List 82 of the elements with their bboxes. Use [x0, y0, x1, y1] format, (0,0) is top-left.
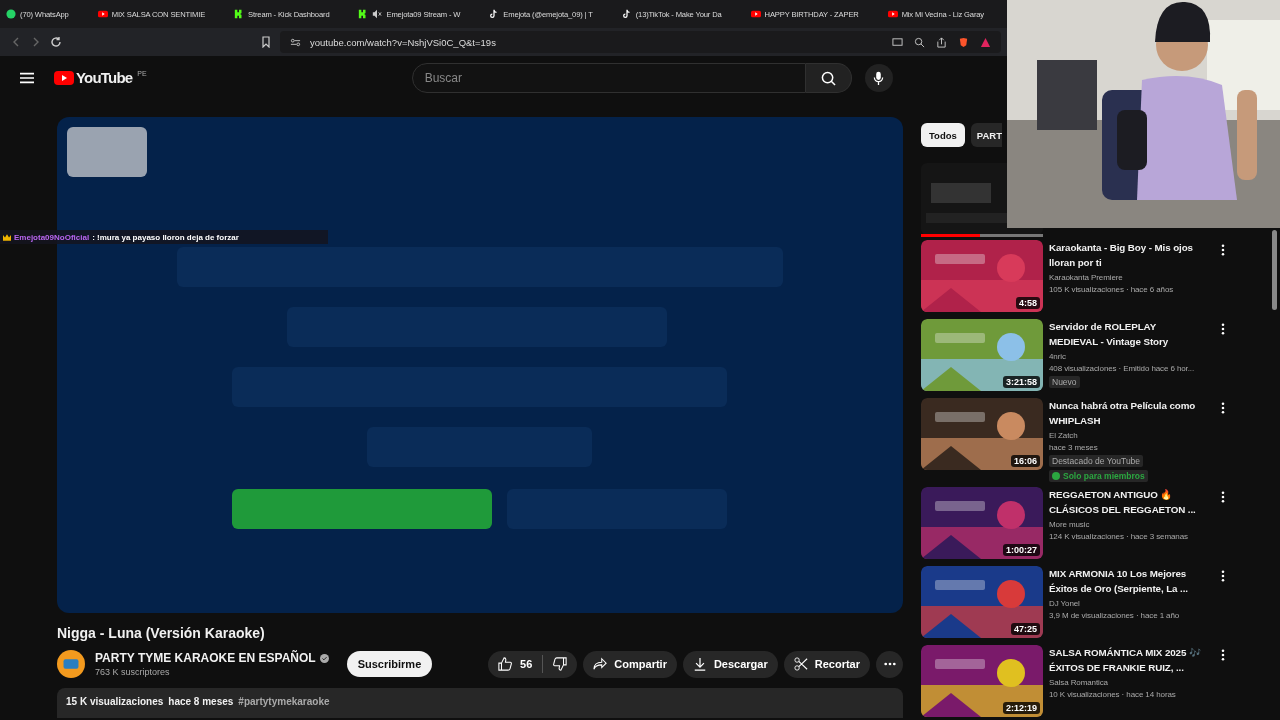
hashtag-link[interactable]: #partytymekaraoke — [238, 696, 330, 710]
video-title[interactable]: Nunca habrá otra Película como WHIPLASH — [1049, 398, 1207, 428]
video-duration: 47:25 — [1010, 623, 1040, 635]
play-icon — [750, 9, 761, 19]
thumbs-down-icon — [553, 657, 568, 671]
crown-icon — [3, 233, 11, 241]
video-stats: hace 3 meses — [1049, 443, 1099, 452]
video-title[interactable]: SALSA ROMÁNTICA MIX 2025 🎶 ÉXITOS DE FRANKIE RUIZ, ... — [1049, 645, 1207, 675]
search-button[interactable] — [805, 63, 852, 93]
play-icon — [54, 71, 74, 85]
channel-name: More music — [1049, 520, 1091, 529]
search-field[interactable]: Buscar — [411, 63, 806, 93]
more-icon[interactable] — [1221, 323, 1225, 335]
video-tag: Nuevo — [1049, 376, 1080, 388]
chat-message: : !mura ya payaso lloron deja de forzar — [92, 232, 239, 242]
triangle-icon[interactable] — [980, 36, 991, 48]
video-duration: 4:58 — [1016, 297, 1040, 309]
music-note-icon — [621, 9, 632, 19]
more-icon — [883, 662, 896, 666]
channel-name: Salsa Romantica — [1049, 678, 1109, 687]
more-icon[interactable] — [1221, 649, 1225, 661]
chat-username: Emejota09NoOficial — [14, 232, 90, 242]
bookmark-icon[interactable] — [260, 36, 272, 48]
like-button[interactable]: 56 — [488, 650, 543, 678]
download-icon — [692, 657, 707, 671]
members-tag: Solo para miembros — [1049, 470, 1148, 482]
video-tag: Destacado de YouTube — [1049, 455, 1144, 467]
more-icon[interactable] — [1221, 570, 1225, 582]
view-count: 15 K visualizaciones — [66, 696, 164, 709]
menu-icon[interactable] — [20, 72, 34, 84]
video-stats: 408 visualizaciones · Emitido hace 6 hor... — [1049, 364, 1196, 373]
action-button[interactable]: Compartir — [583, 650, 677, 678]
subscriber-count: 763 K suscriptores — [95, 667, 171, 677]
channel-name: El Zatch — [1049, 431, 1079, 440]
action-button[interactable]: Descargar — [682, 650, 778, 678]
filter-chip[interactable]: Todos — [921, 123, 965, 147]
k-icon — [358, 9, 369, 19]
logo-text[interactable]: YouTube — [76, 70, 133, 86]
video-duration: 3:21:58 — [1002, 376, 1040, 388]
action-button[interactable]: Recortar — [783, 650, 870, 678]
thumbs-up-icon — [498, 657, 513, 671]
cast-icon[interactable] — [892, 36, 903, 48]
site-settings-icon — [290, 36, 301, 48]
play-icon — [887, 9, 898, 19]
video-stats: 124 K visualizaciones · hace 3 semanas — [1049, 532, 1189, 541]
k-icon — [234, 9, 245, 19]
subscribe-button[interactable]: Suscribirme — [346, 651, 433, 677]
channel-name: Karaokanta Premiere — [1049, 273, 1124, 282]
muted-speaker-icon — [372, 9, 383, 19]
reload-icon[interactable] — [50, 36, 62, 48]
video-stats: 105 K visualizaciones · hace 6 años — [1049, 285, 1175, 294]
video-title[interactable]: Karaokanta - Big Boy - Mis ojos lloran por ti — [1049, 240, 1207, 270]
more-button[interactable] — [876, 650, 903, 678]
more-icon[interactable] — [1221, 402, 1225, 414]
channel-name: 4nric — [1049, 352, 1067, 361]
scissors-icon — [793, 657, 808, 671]
video-duration: 2:12:19 — [1002, 702, 1040, 714]
search-icon — [820, 70, 836, 86]
zoom-icon[interactable] — [914, 36, 925, 48]
filter-chip[interactable]: PART — [970, 123, 1002, 147]
channel-avatar[interactable] — [57, 650, 85, 678]
share-arrow-icon — [593, 657, 608, 671]
share-icon[interactable] — [936, 36, 947, 48]
more-icon[interactable] — [1221, 244, 1225, 256]
video-title[interactable]: MIX ARMONIA 10 Los Mejores Éxitos de Oro (Serpiente, La ... — [1049, 566, 1207, 596]
video-title: Nigga - Luna (Versión Karaoke) — [57, 625, 266, 641]
music-note-icon — [489, 9, 500, 19]
video-title[interactable]: REGGAETON ANTIGUO 🔥 CLÁSICOS DEL REGGAETON ... — [1049, 487, 1207, 517]
channel-name: DJ Yonel — [1049, 599, 1081, 608]
address-bar[interactable]: youtube.com/watch?v=NshjVSi0C_Q&t=19s — [280, 31, 1001, 53]
channel-name[interactable]: PARTY TYME KARAOKE EN ESPAÑOL — [95, 651, 316, 665]
upload-date: hace 8 meses — [168, 696, 234, 709]
video-duration: 1:00:27 — [1002, 544, 1040, 556]
microphone-button[interactable] — [864, 64, 893, 92]
video-duration: 16:06 — [1010, 455, 1040, 467]
description-box[interactable]: 15 K visualizaciones hace 8 meses #partytymekaraoke — [57, 688, 903, 718]
video-title[interactable]: Servidor de ROLEPLAY MEDIEVAL - Vintage Story — [1049, 319, 1207, 349]
microphone-icon — [873, 70, 885, 86]
video-stats: 10 K visualizaciones · hace 14 horas — [1049, 690, 1177, 699]
video-stats: 3,9 M de visualizaciones · hace 1 año — [1049, 611, 1181, 620]
play-icon — [97, 9, 108, 19]
more-icon[interactable] — [1221, 491, 1225, 503]
